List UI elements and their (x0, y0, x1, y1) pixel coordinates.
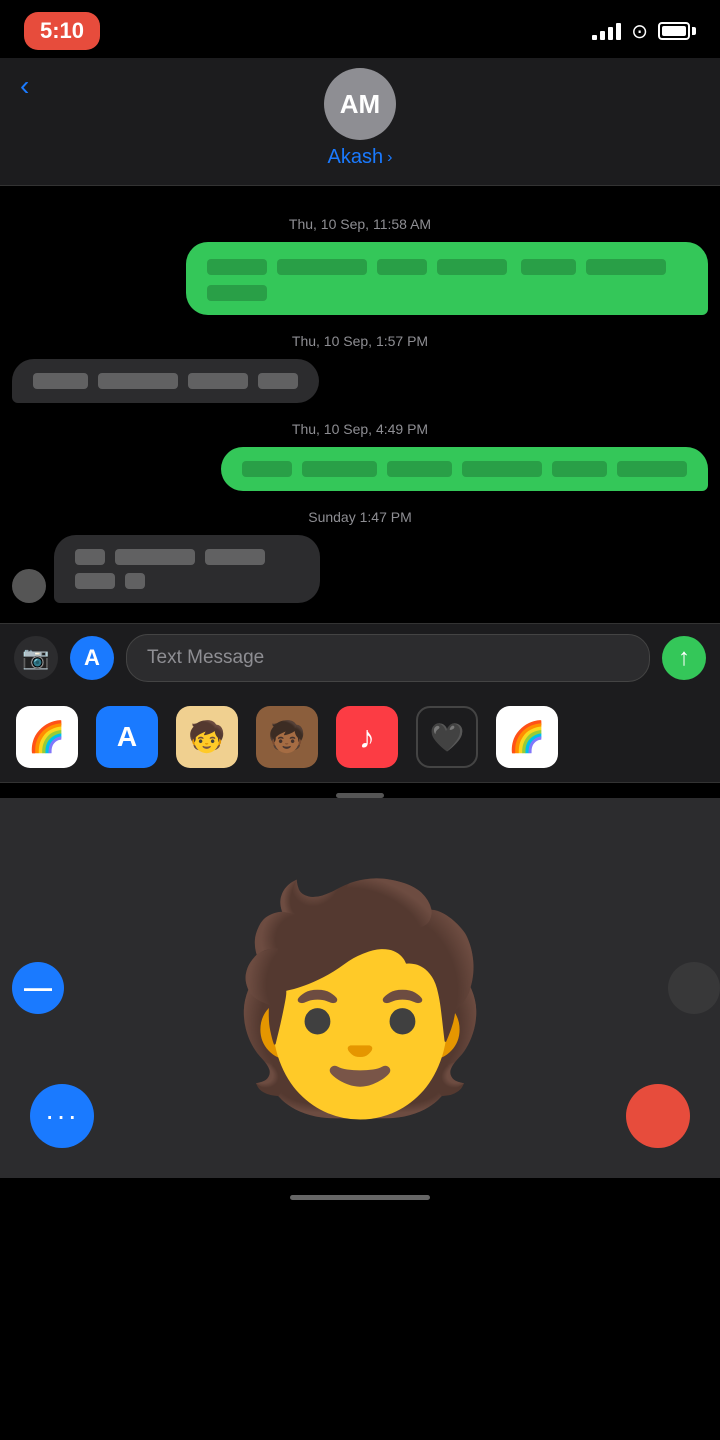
sender-avatar (12, 569, 46, 603)
blurred-text (207, 259, 267, 275)
blurred-text (617, 461, 687, 477)
message-bubble-row (12, 447, 708, 491)
appstore-app-icon[interactable]: A (96, 706, 158, 768)
send-button[interactable]: ↑ (662, 636, 706, 680)
photos-icon: 🌈 (28, 720, 65, 755)
side-left-button[interactable]: — (12, 962, 64, 1014)
status-time: 5:10 (24, 12, 100, 50)
more-icon: ··· (45, 1100, 79, 1132)
memoji2-app-icon[interactable]: 🧒🏾 (256, 706, 318, 768)
received-bubble (12, 359, 319, 403)
message-bubble-row (12, 359, 708, 403)
input-placeholder: Text Message (147, 647, 264, 669)
message-bubble-row (12, 535, 708, 603)
input-bar: 📷 A Text Message ↑ (0, 623, 720, 692)
blurred-text (387, 461, 452, 477)
status-bar: 5:10 ⊙ (0, 0, 720, 58)
blurred-text (33, 373, 88, 389)
memoji1-icon: 🧒 (188, 720, 225, 755)
wifi-icon: ⊙ (631, 19, 648, 44)
blurred-text (277, 259, 367, 275)
photos2-icon: 🌈 (508, 720, 545, 755)
blurred-text (98, 373, 178, 389)
home-bar (290, 1195, 430, 1200)
received-with-avatar (12, 535, 366, 603)
back-button[interactable]: ‹ (20, 70, 29, 102)
camera-button[interactable]: 📷 (14, 636, 58, 680)
blurred-text (125, 573, 145, 589)
sent-bubble (186, 242, 708, 315)
blurred-text (552, 461, 607, 477)
photos2-app-icon[interactable]: 🌈 (496, 706, 558, 768)
hearts-app-icon[interactable]: 🖤 (416, 706, 478, 768)
music-icon: ♪ (359, 719, 375, 756)
blurred-text (75, 549, 105, 565)
battery-icon (658, 22, 696, 40)
received-bubble (54, 535, 320, 603)
blurred-text (207, 285, 267, 301)
timestamp-3: Thu, 10 Sep, 4:49 PM (12, 421, 708, 437)
home-indicator (0, 1178, 720, 1216)
photos-app-icon[interactable]: 🌈 (16, 706, 78, 768)
memoji-area: — 🧑 ··· (0, 798, 720, 1178)
blurred-text (521, 259, 576, 275)
blurred-text (302, 461, 377, 477)
memoji1-app-icon[interactable]: 🧒 (176, 706, 238, 768)
message-bubble-row (12, 242, 708, 315)
message-input[interactable]: Text Message (126, 634, 650, 682)
chat-header: ‹ AM Akash › (0, 58, 720, 186)
contact-avatar[interactable]: AM (324, 68, 396, 140)
blurred-text (205, 549, 265, 565)
blurred-text (75, 573, 115, 589)
camera-icon: 📷 (22, 645, 49, 671)
contact-name[interactable]: Akash › (328, 146, 393, 169)
timestamp-4: Sunday 1:47 PM (12, 509, 708, 525)
messages-area: Thu, 10 Sep, 11:58 AM Thu, 10 Sep, 1:57 … (0, 186, 720, 623)
blurred-text (258, 373, 298, 389)
music-app-icon[interactable]: ♪ (336, 706, 398, 768)
blurred-text (462, 461, 542, 477)
memoji-face: 🧑 (223, 888, 497, 1108)
memoji2-icon: 🧒🏾 (268, 720, 305, 755)
bubble-content (30, 371, 301, 391)
signal-icon (592, 22, 621, 40)
hearts-icon: 🖤 (430, 721, 465, 754)
blurred-text (586, 259, 666, 275)
chevron-right-icon: › (387, 149, 392, 167)
bubble-content (72, 547, 302, 591)
blurred-text (188, 373, 248, 389)
status-icons: ⊙ (592, 19, 696, 44)
timestamp-1: Thu, 10 Sep, 11:58 AM (12, 216, 708, 232)
record-button[interactable] (626, 1084, 690, 1148)
bubble-content (239, 459, 690, 479)
send-icon: ↑ (678, 644, 690, 672)
sent-bubble (221, 447, 708, 491)
app-store-button[interactable]: A (70, 636, 114, 680)
side-right-shadow (668, 962, 720, 1014)
blurred-text (377, 259, 427, 275)
bubble-content (204, 254, 690, 303)
appstore-icon: A (84, 645, 100, 671)
timestamp-2: Thu, 10 Sep, 1:57 PM (12, 333, 708, 349)
app-picker-bar: 🌈 A 🧒 🧒🏾 ♪ 🖤 🌈 (0, 692, 720, 783)
blurred-text (437, 259, 507, 275)
blurred-text (242, 461, 292, 477)
appstore-icon: A (117, 721, 137, 753)
blurred-text (115, 549, 195, 565)
more-button[interactable]: ··· (30, 1084, 94, 1148)
dash-icon: — (24, 972, 52, 1004)
